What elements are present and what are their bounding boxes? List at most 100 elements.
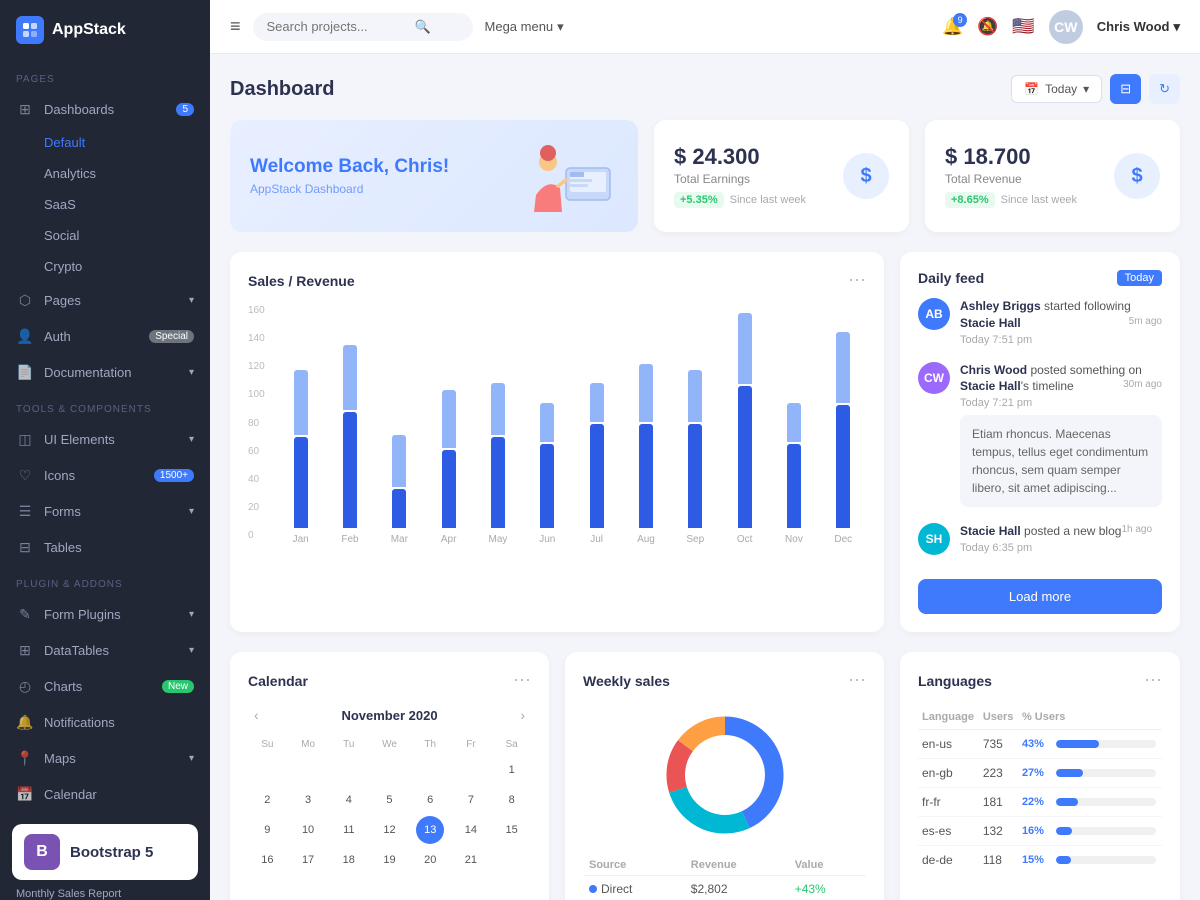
pages-chevron: ▾ [189, 295, 194, 306]
user-chevron: ▾ [1173, 19, 1180, 35]
icons-badge: 1500+ [154, 469, 194, 482]
earnings-card-proper: $ 24.300 Total Earnings +5.35% Since las… [654, 120, 909, 232]
bar-segment-light [787, 403, 801, 442]
sidebar-item-forms[interactable]: ☰ Forms ▾ [0, 493, 210, 529]
calendar-icon: 📅 [1024, 82, 1039, 96]
bar-group: Jul [574, 383, 619, 545]
user-menu[interactable]: Chris Wood ▾ [1097, 19, 1180, 35]
sidebar-item-tables[interactable]: ⊟ Tables [0, 529, 210, 565]
docs-icon: 📄 [16, 363, 34, 381]
calendar-day[interactable]: 13 [416, 816, 444, 844]
progress-fill [1056, 856, 1071, 864]
calendar-next[interactable]: › [514, 705, 531, 725]
bar-segment-light [639, 364, 653, 422]
sidebar-item-social[interactable]: Social [0, 220, 210, 251]
feed-item-1: AB Ashley Briggs started following Staci… [918, 298, 1162, 346]
search-input[interactable] [267, 19, 407, 34]
auth-badge: Special [149, 330, 194, 343]
sidebar-item-calendar[interactable]: 📅 Calendar [0, 776, 210, 812]
app-logo[interactable]: AppStack [0, 0, 210, 60]
lang-row: de-de 118 15% [918, 846, 1162, 875]
sidebar-item-analytics[interactable]: Analytics [0, 158, 210, 189]
calendar-prev[interactable]: ‹ [248, 705, 265, 725]
calendar-day[interactable]: 20 [416, 846, 444, 874]
sidebar-item-saas[interactable]: SaaS [0, 189, 210, 220]
filter-button[interactable]: ⊟ [1110, 74, 1141, 104]
languages-menu[interactable]: ⋯ [1144, 670, 1162, 691]
calendar-menu[interactable]: ⋯ [513, 670, 531, 691]
bar-group: Mar [377, 435, 422, 545]
sidebar-item-charts[interactable]: ◴ Charts New [0, 668, 210, 704]
feed-time-2: Today 7:21 pm [960, 397, 1162, 409]
calendar-day[interactable]: 2 [253, 786, 281, 814]
calendar-day[interactable]: 21 [457, 846, 485, 874]
sidebar-item-maps[interactable]: 📍 Maps ▾ [0, 740, 210, 776]
sidebar-item-datatables[interactable]: ⊞ DataTables ▾ [0, 632, 210, 668]
load-more-button[interactable]: Load more [918, 579, 1162, 614]
calendar-day[interactable]: 11 [335, 816, 363, 844]
bar-segment-dark [590, 424, 604, 528]
calendar-day[interactable]: 3 [294, 786, 322, 814]
language-flag[interactable]: 🇺🇸 [1012, 16, 1034, 37]
sidebar-item-ui-elements[interactable]: ◫ UI Elements ▾ [0, 421, 210, 457]
form-plugins-label: Form Plugins [44, 607, 121, 622]
welcome-greeting-2: Welcome Back, Chris! [250, 156, 449, 178]
calendar-month-year: November 2020 [341, 708, 437, 723]
sidebar-item-notifications[interactable]: 🔔 Notifications [0, 704, 210, 740]
forms-label: Forms [44, 504, 81, 519]
mega-menu-chevron: ▾ [557, 19, 564, 35]
bar-segment-light [738, 313, 752, 384]
col-source: Source [583, 855, 685, 876]
calendar-day[interactable]: 14 [457, 816, 485, 844]
calendar-day[interactable]: 18 [335, 846, 363, 874]
calendar-day[interactable]: 6 [416, 786, 444, 814]
earn-change: +5.35% Since last week [674, 192, 806, 208]
calendar-day[interactable]: 16 [253, 846, 281, 874]
sidebar-item-documentation[interactable]: 📄 Documentation ▾ [0, 354, 210, 390]
calendar-day[interactable]: 12 [375, 816, 403, 844]
calendar-day[interactable]: 5 [375, 786, 403, 814]
lang-row: fr-fr 181 22% [918, 788, 1162, 817]
mega-menu-button[interactable]: Mega menu ▾ [485, 19, 564, 35]
sidebar-item-dashboards[interactable]: ⊞ Dashboards 5 [0, 91, 210, 127]
hamburger-button[interactable]: ≡ [230, 16, 241, 37]
calendar-day[interactable]: 9 [253, 816, 281, 844]
ws-revenue: $2,802 [685, 876, 789, 900]
calendar-day[interactable]: 4 [335, 786, 363, 814]
calendar-day[interactable]: 17 [294, 846, 322, 874]
sidebar-item-default[interactable]: Default [0, 127, 210, 158]
calendar-day[interactable]: 1 [498, 756, 526, 784]
sales-chart-menu[interactable]: ⋯ [848, 270, 866, 291]
calendar-day[interactable]: 8 [498, 786, 526, 814]
bar-segment-light [491, 383, 505, 435]
lang-name: es-es [918, 817, 979, 846]
feed-message: Etiam rhoncus. Maecenas tempus, tellus e… [960, 415, 1162, 507]
calendar-day[interactable]: 19 [375, 846, 403, 874]
rev-pct: +8.65% [945, 192, 995, 208]
lang-name: de-de [918, 846, 979, 875]
calendar-day[interactable]: 15 [498, 816, 526, 844]
search-box[interactable]: 🔍 [253, 13, 473, 41]
weekly-sales-menu[interactable]: ⋯ [848, 670, 866, 691]
feed-text-2: Chris Wood posted something on Stacie Ha… [960, 362, 1162, 396]
fp-chevron: ▾ [189, 609, 194, 620]
calendar-day[interactable]: 10 [294, 816, 322, 844]
refresh-button[interactable]: ↻ [1149, 74, 1180, 104]
alerts-button[interactable]: 🔕 [977, 17, 998, 37]
sidebar-item-auth[interactable]: 👤 Auth Special [0, 318, 210, 354]
section-tools-label: Tools & Components [0, 390, 210, 421]
progress-bar [1056, 769, 1156, 777]
bar-segment-dark [688, 424, 702, 528]
calendar-day[interactable]: 7 [457, 786, 485, 814]
ui-label: UI Elements [44, 432, 115, 447]
lang-users: 118 [979, 846, 1018, 875]
welcome-svg [528, 140, 618, 212]
bar-group: Jun [525, 403, 570, 545]
sidebar-item-icons[interactable]: ♡ Icons 1500+ [0, 457, 210, 493]
sidebar-item-crypto[interactable]: Crypto [0, 251, 210, 282]
today-filter-button[interactable]: 📅 Today ▾ [1011, 75, 1102, 103]
dashboards-icon: ⊞ [16, 100, 34, 118]
sidebar-item-form-plugins[interactable]: ✎ Form Plugins ▾ [0, 596, 210, 632]
notifications-button[interactable]: 🔔 9 [942, 17, 963, 37]
sidebar-item-pages[interactable]: ⬡ Pages ▾ [0, 282, 210, 318]
